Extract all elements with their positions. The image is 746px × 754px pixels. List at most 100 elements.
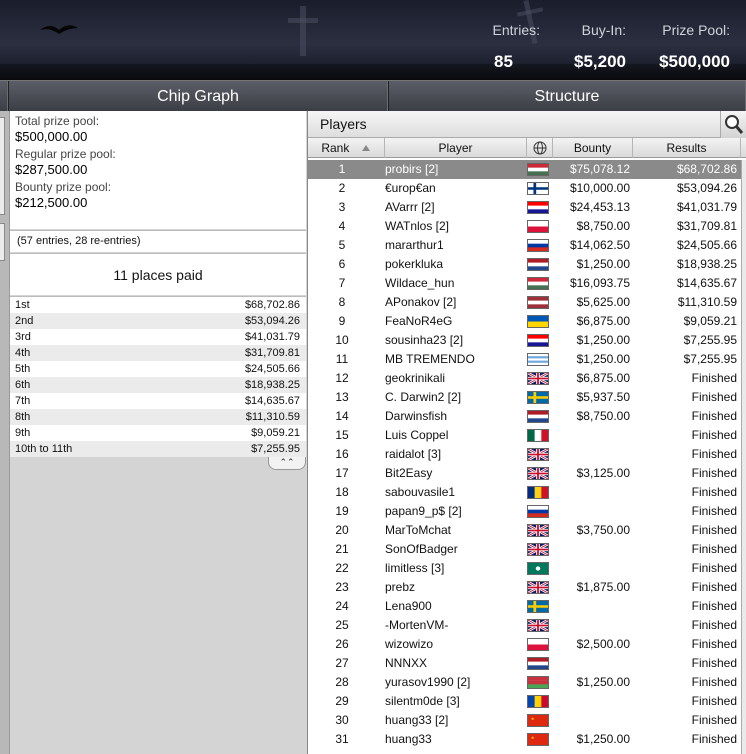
russia-flag-icon bbox=[527, 505, 549, 518]
player-row[interactable]: 13 C. Darwin2 [2] $5,937.50 Finished bbox=[308, 388, 741, 407]
payout-place: 6th bbox=[15, 379, 31, 391]
croatia-flag-icon bbox=[527, 201, 549, 214]
player-result: Finished bbox=[691, 371, 737, 385]
player-row[interactable]: 6 pokerkluka $1,250.00 $18,938.25 bbox=[308, 255, 741, 274]
player-row[interactable]: 27 NNNXX Finished bbox=[308, 654, 741, 673]
uk-flag-icon bbox=[527, 467, 549, 480]
player-bounty: $1,250.00 bbox=[576, 732, 630, 746]
player-row[interactable]: 5 mararthur1 $14,062.50 $24,505.66 bbox=[308, 236, 741, 255]
player-row[interactable]: 28 yurasov1990 [2] $1,250.00 Finished bbox=[308, 673, 741, 692]
player-row[interactable]: 10 sousinha23 [2] $1,250.00 $7,255.95 bbox=[308, 331, 741, 350]
player-rank: 10 bbox=[335, 333, 349, 347]
player-rank: 31 bbox=[335, 732, 349, 746]
payout-place: 10th to 11th bbox=[15, 443, 73, 455]
player-result: $53,094.26 bbox=[676, 181, 737, 195]
player-row[interactable]: 7 Wildace_hun $16,093.75 $14,635.67 bbox=[308, 274, 741, 293]
player-row[interactable]: 31 huang33 ★ $1,250.00 Finished bbox=[308, 730, 741, 749]
belarus-flag-icon bbox=[527, 676, 549, 689]
player-bounty bbox=[554, 559, 630, 578]
player-row[interactable]: 14 Darwinsfish $8,750.00 Finished bbox=[308, 407, 741, 426]
player-bounty: $8,750.00 bbox=[576, 219, 630, 233]
player-row[interactable]: 25 -MortenVM- Finished bbox=[308, 616, 741, 635]
player-bounty bbox=[554, 597, 630, 616]
payout-amount: $7,255.95 bbox=[251, 443, 300, 455]
hungary-flag-icon bbox=[527, 277, 549, 290]
player-row[interactable]: 4 WATnlos [2] $8,750.00 $31,709.81 bbox=[308, 217, 741, 236]
uruguay-flag-icon bbox=[527, 353, 549, 366]
payout-place: 1st bbox=[15, 299, 30, 311]
payout-amount: $41,031.79 bbox=[244, 331, 300, 343]
player-row[interactable]: 18 sabouvasile1 Finished bbox=[308, 483, 741, 502]
player-row[interactable]: 29 silentm0de [3] Finished bbox=[308, 692, 741, 711]
player-row[interactable]: 20 MarToMchat $3,750.00 Finished bbox=[308, 521, 741, 540]
player-bounty: $5,937.50 bbox=[576, 390, 630, 404]
russia-flag-icon bbox=[527, 239, 549, 252]
finland-flag-icon bbox=[527, 182, 549, 195]
player-row[interactable]: 15 Luis Coppel Finished bbox=[308, 426, 741, 445]
player-row[interactable]: 9 FeaNoR4eG $6,875.00 $9,059.21 bbox=[308, 312, 741, 331]
buyin-label: Buy-In: bbox=[581, 22, 626, 38]
players-scrollbar[interactable] bbox=[741, 160, 746, 754]
player-rank: 18 bbox=[335, 485, 349, 499]
player-row[interactable]: 12 geokrinikali $6,875.00 Finished bbox=[308, 369, 741, 388]
column-rank[interactable]: Rank bbox=[308, 138, 385, 158]
payout-place: 4th bbox=[15, 347, 31, 359]
player-name: sousinha23 [2] bbox=[385, 333, 464, 347]
tab-chip-graph[interactable]: Chip Graph bbox=[8, 81, 388, 112]
player-rank: 25 bbox=[335, 618, 349, 632]
payout-row: 10th to 11th $7,255.95 bbox=[10, 441, 306, 457]
player-result: $18,938.25 bbox=[676, 257, 737, 271]
player-name: Wildace_hun bbox=[385, 276, 455, 290]
player-row[interactable]: 21 SonOfBadger Finished bbox=[308, 540, 741, 559]
payout-row: 9th $9,059.21 bbox=[10, 425, 306, 441]
player-bounty: $24,453.13 bbox=[569, 200, 630, 214]
player-result: Finished bbox=[691, 561, 737, 575]
player-bounty bbox=[554, 426, 630, 445]
player-row[interactable]: 8 APonakov [2] $5,625.00 $11,310.59 bbox=[308, 293, 741, 312]
player-name: papan9_p$ [2] bbox=[385, 504, 462, 518]
player-rank: 2 bbox=[338, 181, 346, 195]
uk-flag-icon bbox=[527, 372, 549, 385]
player-row[interactable]: 17 Bit2Easy $3,125.00 Finished bbox=[308, 464, 741, 483]
player-row[interactable]: 30 huang33 [2] ★ Finished bbox=[308, 711, 741, 730]
player-name: geokrinikali bbox=[385, 371, 446, 385]
player-row[interactable]: 11 MB TREMENDO $1,250.00 $7,255.95 bbox=[308, 350, 741, 369]
payout-row: 3rd $41,031.79 bbox=[10, 329, 306, 345]
player-result: Finished bbox=[691, 409, 737, 423]
player-row[interactable]: 1 probirs [2] $75,078.12 $68,702.86 bbox=[308, 160, 741, 179]
player-row[interactable]: 2 €urop€an $10,000.00 $53,094.26 bbox=[308, 179, 741, 198]
column-results[interactable]: Results bbox=[633, 138, 741, 158]
payout-amount: $31,709.81 bbox=[244, 347, 300, 359]
column-bounty[interactable]: Bounty bbox=[553, 138, 633, 158]
player-rank: 7 bbox=[338, 276, 346, 290]
player-row[interactable]: 19 papan9_p$ [2] Finished bbox=[308, 502, 741, 521]
player-result: $9,059.21 bbox=[683, 314, 737, 328]
player-bounty: $6,875.00 bbox=[576, 314, 630, 328]
player-name: Bit2Easy bbox=[385, 466, 433, 480]
player-name: C. Darwin2 [2] bbox=[385, 390, 462, 404]
ukraine-flag-icon bbox=[527, 315, 549, 328]
player-bounty bbox=[554, 654, 630, 673]
player-result: Finished bbox=[691, 542, 737, 556]
player-row[interactable]: 24 Lena900 Finished bbox=[308, 597, 741, 616]
collapse-chevron-icon[interactable]: ⌃⌃ bbox=[268, 457, 306, 470]
player-result: Finished bbox=[691, 504, 737, 518]
player-result: Finished bbox=[691, 523, 737, 537]
entries-note: (57 entries, 28 re-entries) bbox=[10, 230, 306, 252]
tab-bar: Chip Graph Structure bbox=[0, 80, 746, 112]
player-row[interactable]: 23 prebz $1,875.00 Finished bbox=[308, 578, 741, 597]
column-country[interactable] bbox=[527, 138, 553, 158]
player-bounty bbox=[554, 692, 630, 711]
player-rank: 17 bbox=[335, 466, 349, 480]
player-bounty: $6,875.00 bbox=[576, 371, 630, 385]
macau-flag-icon bbox=[527, 562, 549, 575]
magnifier-icon[interactable] bbox=[720, 111, 746, 138]
player-row[interactable]: 22 limitless [3] Finished bbox=[308, 559, 741, 578]
column-player[interactable]: Player bbox=[385, 138, 527, 158]
player-row[interactable]: 26 wizowizo $2,500.00 Finished bbox=[308, 635, 741, 654]
tab-structure[interactable]: Structure bbox=[388, 81, 746, 112]
payout-place: 3rd bbox=[15, 331, 31, 343]
player-row[interactable]: 16 raidalot [3] Finished bbox=[308, 445, 741, 464]
player-row[interactable]: 3 AVarrr [2] $24,453.13 $41,031.79 bbox=[308, 198, 741, 217]
player-result: Finished bbox=[691, 675, 737, 689]
